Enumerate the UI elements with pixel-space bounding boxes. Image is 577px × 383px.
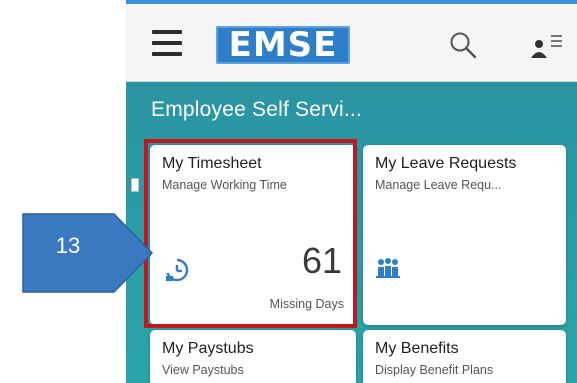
timesheet-clock-icon (166, 258, 189, 282)
tile-subtitle: Display Benefit Plans (375, 363, 494, 377)
resize-handle-left (131, 178, 139, 192)
tile-my-leave-requests[interactable]: My Leave Requests Manage Leave Requ... (363, 145, 566, 325)
step-callout-label: 13 (55, 233, 81, 258)
hamburger-menu-icon[interactable] (152, 30, 182, 56)
tile-title: My Timesheet (162, 155, 262, 172)
section-title: Employee Self Servi... (151, 98, 362, 121)
tile-subtitle: Manage Leave Requ... (375, 178, 502, 192)
app-screen: EMSE Employee Self Servi... My Timesheet… (126, 0, 577, 383)
tile-title: My Leave Requests (375, 155, 517, 172)
top-bar: EMSE (126, 0, 577, 82)
tile-kpi-unit: Missing Days (269, 297, 344, 311)
tile-my-timesheet[interactable]: My Timesheet Manage Working Time 61 Miss… (150, 145, 356, 325)
leave-people-icon (376, 258, 400, 278)
tile-kpi-value: 61 (301, 240, 342, 281)
profile-list-icon[interactable] (529, 32, 563, 62)
tile-subtitle: View Paystubs (162, 363, 244, 377)
tile-title: My Paystubs (162, 340, 254, 357)
app-logo[interactable]: EMSE (216, 25, 350, 65)
search-icon[interactable] (448, 30, 478, 60)
tile-my-benefits[interactable]: My Benefits Display Benefit Plans (363, 330, 566, 383)
tile-title: My Benefits (375, 340, 459, 357)
tile-my-paystubs[interactable]: My Paystubs View Paystubs (150, 330, 356, 383)
tile-subtitle: Manage Working Time (162, 178, 287, 192)
